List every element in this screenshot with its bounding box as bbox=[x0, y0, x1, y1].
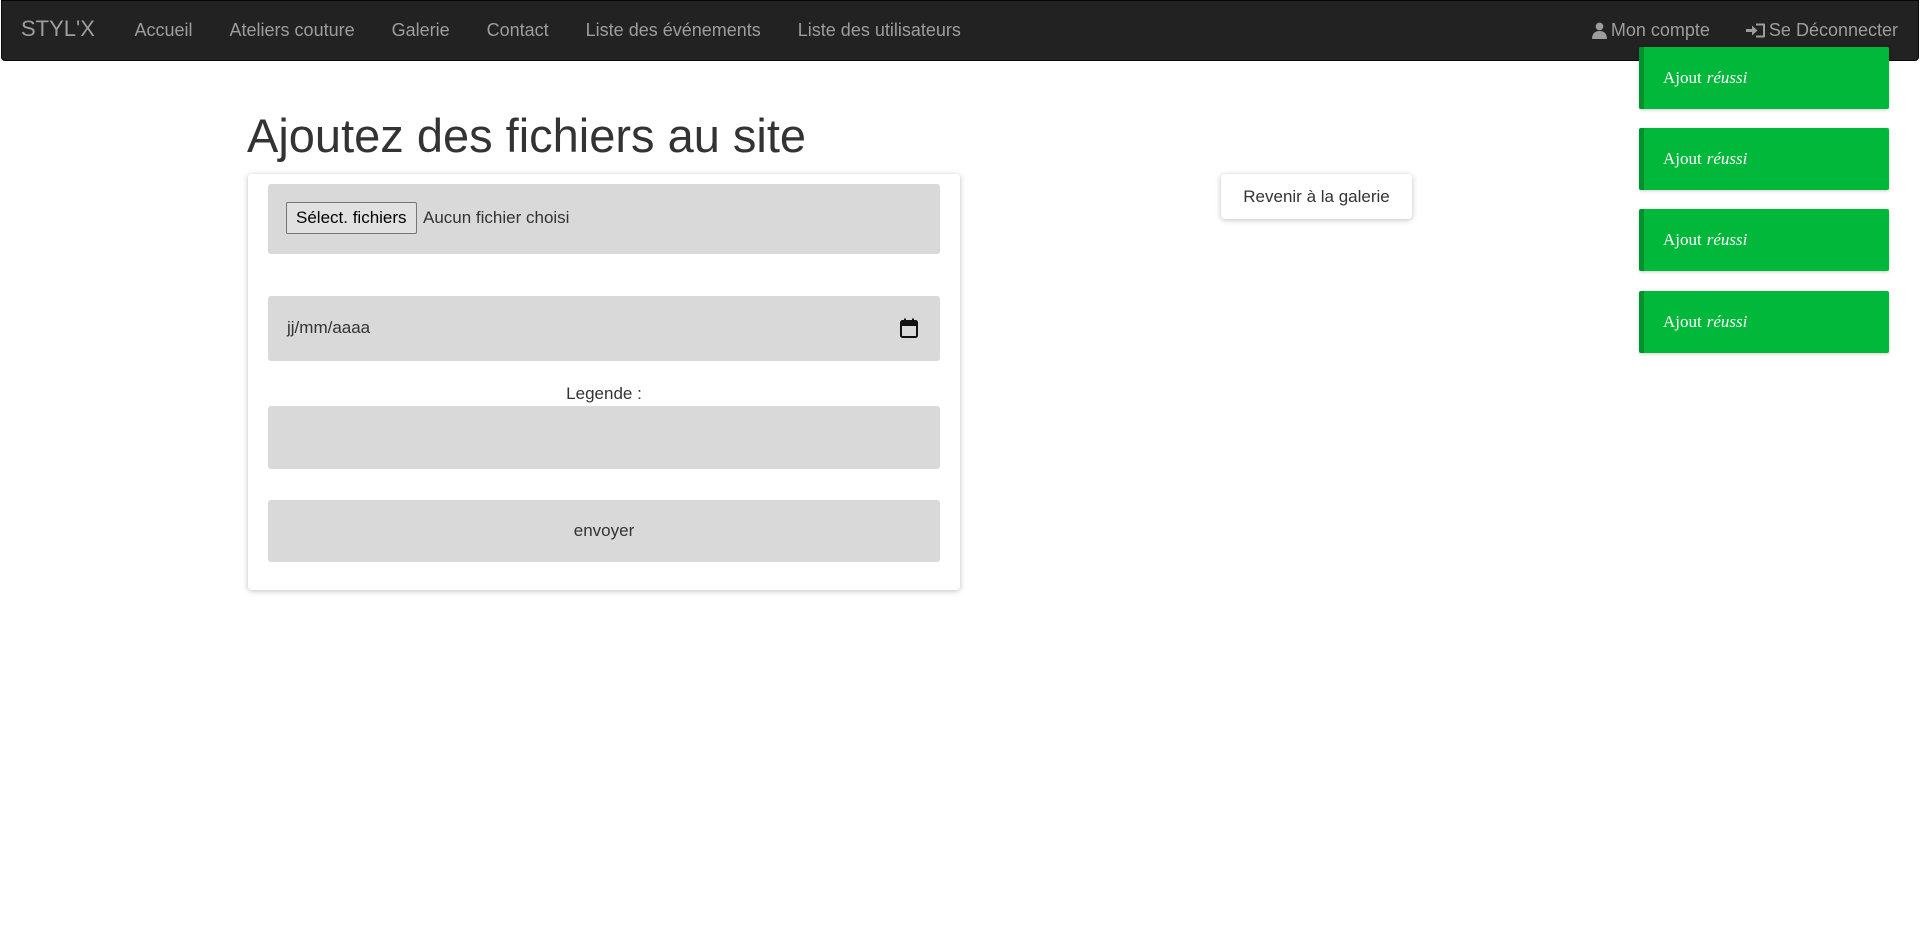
toast-emphasis: réussi bbox=[1706, 68, 1748, 87]
mon-compte-label: Mon compte bbox=[1610, 20, 1710, 40]
calendar-icon[interactable] bbox=[900, 318, 918, 338]
file-status-text: Aucun fichier choisi bbox=[423, 208, 570, 227]
nav-item-contact[interactable]: Contact bbox=[468, 1, 567, 60]
select-files-button[interactable]: Sélect. fichiers bbox=[286, 202, 417, 234]
user-icon bbox=[1591, 22, 1607, 39]
toast-emphasis: réussi bbox=[1706, 312, 1748, 331]
nav-item-liste-utilisateurs[interactable]: Liste des utilisateurs bbox=[779, 1, 979, 60]
legend-input[interactable] bbox=[268, 406, 940, 469]
top-navbar: STYL'X Accueil Ateliers couture Galerie … bbox=[1, 0, 1919, 61]
upload-form: Sélect. fichiers Aucun fichier choisi jj… bbox=[248, 174, 960, 590]
file-input-field: Sélect. fichiers Aucun fichier choisi bbox=[268, 184, 940, 254]
page-title: Ajoutez des fichiers au site bbox=[247, 109, 807, 162]
date-input[interactable]: jj/mm/aaaa bbox=[268, 296, 940, 361]
legend-label: Legende : bbox=[566, 384, 642, 403]
toast-emphasis: réussi bbox=[1706, 230, 1748, 249]
date-placeholder: jj/mm/aaaa bbox=[287, 318, 371, 337]
se-deconnecter-label: Se Déconnecter bbox=[1768, 20, 1898, 40]
nav-item-liste-evenements[interactable]: Liste des événements bbox=[567, 1, 779, 60]
nav-item-galerie[interactable]: Galerie bbox=[373, 1, 468, 60]
success-toast[interactable]: Ajout réussi bbox=[1639, 47, 1889, 109]
nav-item-accueil[interactable]: Accueil bbox=[116, 1, 211, 60]
toast-prefix: Ajout bbox=[1663, 68, 1702, 87]
log-in-icon bbox=[1745, 23, 1765, 38]
success-toast[interactable]: Ajout réussi bbox=[1639, 291, 1889, 353]
submit-button[interactable]: envoyer bbox=[268, 500, 940, 562]
success-toast[interactable]: Ajout réussi bbox=[1639, 209, 1889, 271]
toast-prefix: Ajout bbox=[1663, 149, 1702, 168]
back-to-gallery-button[interactable]: Revenir à la galerie bbox=[1221, 174, 1412, 219]
toast-prefix: Ajout bbox=[1663, 312, 1702, 331]
toast-prefix: Ajout bbox=[1663, 230, 1702, 249]
success-toast[interactable]: Ajout réussi bbox=[1639, 128, 1889, 190]
toast-emphasis: réussi bbox=[1706, 149, 1748, 168]
nav-item-ateliers-couture[interactable]: Ateliers couture bbox=[211, 1, 373, 60]
brand-logo[interactable]: STYL'X bbox=[21, 17, 95, 41]
nav-left-menu: Accueil Ateliers couture Galerie Contact… bbox=[116, 1, 979, 60]
